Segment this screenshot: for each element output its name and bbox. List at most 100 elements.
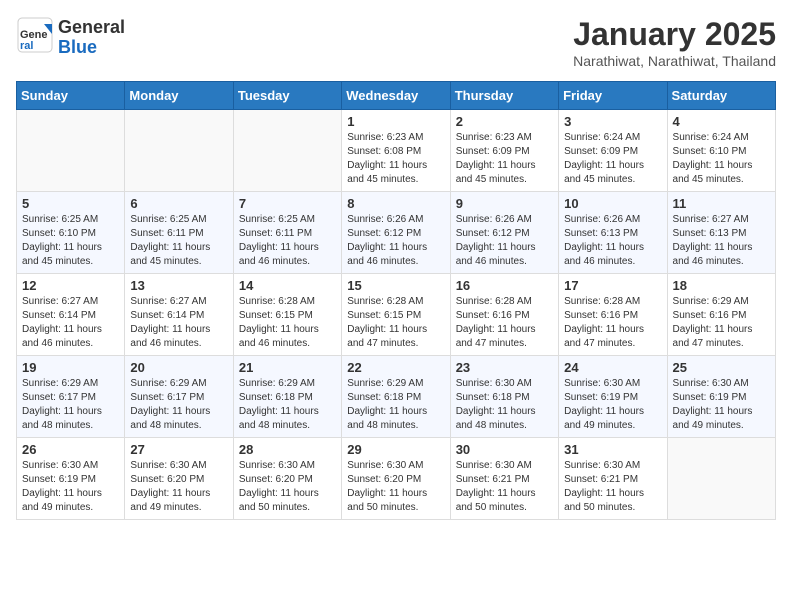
day-info: Sunrise: 6:30 AM Sunset: 6:18 PM Dayligh… <box>456 377 553 433</box>
calendar-cell: 27 Sunrise: 6:30 AM Sunset: 6:20 PM Dayli… <box>125 438 233 520</box>
day-number: 25 <box>673 360 770 375</box>
weekday-header-thursday: Thursday <box>450 82 558 110</box>
calendar-cell: 20Sunrise: 6:29 AM Sunset: 6:17 PM Dayli… <box>125 356 233 438</box>
calendar-week-row: 12 Sunrise: 6:27 AM Sunset: 6:14 PM Dayli… <box>17 274 776 356</box>
day-info: Sunrise: 6:26 AM Sunset: 6:13 PM Dayligh… <box>564 213 661 269</box>
day-number: 5 <box>22 196 119 211</box>
day-number: 10 <box>564 196 661 211</box>
day-info: Sunrise: 6:30 AM Sunset: 6:20 PM Dayligh… <box>239 459 336 515</box>
day-number: 18 <box>673 278 770 293</box>
calendar-cell: 12 Sunrise: 6:27 AM Sunset: 6:14 PM Dayli… <box>17 274 125 356</box>
day-number: 20 <box>130 360 227 375</box>
calendar-table: SundayMondayTuesdayWednesdayThursdayFrid… <box>16 81 776 520</box>
day-number: 12 <box>22 278 119 293</box>
calendar-cell: 24Sunrise: 6:30 AM Sunset: 6:19 PM Dayli… <box>559 356 667 438</box>
day-info: Sunrise: 6:30 AM Sunset: 6:20 PM Dayligh… <box>347 459 444 515</box>
weekday-header-tuesday: Tuesday <box>233 82 341 110</box>
day-info: Sunrise: 6:25 AM Sunset: 6:11 PM Dayligh… <box>130 213 227 269</box>
calendar-cell: 29Sunrise: 6:30 AM Sunset: 6:20 PM Dayli… <box>342 438 450 520</box>
day-info: Sunrise: 6:30 AM Sunset: 6:21 PM Dayligh… <box>564 459 661 515</box>
page-header: Gene ral General Blue January 2025 Narat… <box>16 16 776 69</box>
calendar-cell: 6 Sunrise: 6:25 AM Sunset: 6:11 PM Daylig… <box>125 192 233 274</box>
month-title: January 2025 <box>573 16 776 53</box>
day-info: Sunrise: 6:30 AM Sunset: 6:20 PM Dayligh… <box>130 459 227 515</box>
day-number: 9 <box>456 196 553 211</box>
calendar-cell: 2 Sunrise: 6:23 AM Sunset: 6:09 PM Daylig… <box>450 110 558 192</box>
day-info: Sunrise: 6:29 AM Sunset: 6:16 PM Dayligh… <box>673 295 770 351</box>
calendar-cell: 13 Sunrise: 6:27 AM Sunset: 6:14 PM Dayli… <box>125 274 233 356</box>
calendar-cell: 19 Sunrise: 6:29 AM Sunset: 6:17 PM Dayli… <box>17 356 125 438</box>
calendar-cell: 25 Sunrise: 6:30 AM Sunset: 6:19 PM Dayli… <box>667 356 775 438</box>
day-number: 28 <box>239 442 336 457</box>
day-info: Sunrise: 6:27 AM Sunset: 6:14 PM Dayligh… <box>22 295 119 351</box>
calendar-cell: 4 Sunrise: 6:24 AM Sunset: 6:10 PM Daylig… <box>667 110 775 192</box>
day-info: Sunrise: 6:28 AM Sunset: 6:15 PM Dayligh… <box>347 295 444 351</box>
day-info: Sunrise: 6:23 AM Sunset: 6:09 PM Dayligh… <box>456 131 553 187</box>
svg-text:ral: ral <box>20 40 33 52</box>
logo: Gene ral General Blue <box>16 16 125 59</box>
day-number: 13 <box>130 278 227 293</box>
day-number: 15 <box>347 278 444 293</box>
day-number: 14 <box>239 278 336 293</box>
day-number: 8 <box>347 196 444 211</box>
calendar-week-row: 19 Sunrise: 6:29 AM Sunset: 6:17 PM Dayli… <box>17 356 776 438</box>
weekday-header-saturday: Saturday <box>667 82 775 110</box>
day-info: Sunrise: 6:28 AM Sunset: 6:16 PM Dayligh… <box>564 295 661 351</box>
day-info: Sunrise: 6:26 AM Sunset: 6:12 PM Dayligh… <box>456 213 553 269</box>
day-number: 26 <box>22 442 119 457</box>
day-number: 17 <box>564 278 661 293</box>
calendar-cell: 18 Sunrise: 6:29 AM Sunset: 6:16 PM Dayli… <box>667 274 775 356</box>
day-info: Sunrise: 6:30 AM Sunset: 6:21 PM Dayligh… <box>456 459 553 515</box>
weekday-header-sunday: Sunday <box>17 82 125 110</box>
day-info: Sunrise: 6:30 AM Sunset: 6:19 PM Dayligh… <box>673 377 770 433</box>
calendar-cell: 21Sunrise: 6:29 AM Sunset: 6:18 PM Dayli… <box>233 356 341 438</box>
day-info: Sunrise: 6:29 AM Sunset: 6:17 PM Dayligh… <box>22 377 119 433</box>
day-info: Sunrise: 6:30 AM Sunset: 6:19 PM Dayligh… <box>22 459 119 515</box>
calendar-week-row: 26 Sunrise: 6:30 AM Sunset: 6:19 PM Dayli… <box>17 438 776 520</box>
day-number: 4 <box>673 114 770 129</box>
day-info: Sunrise: 6:24 AM Sunset: 6:10 PM Dayligh… <box>673 131 770 187</box>
calendar-cell <box>667 438 775 520</box>
day-info: Sunrise: 6:28 AM Sunset: 6:16 PM Dayligh… <box>456 295 553 351</box>
day-number: 11 <box>673 196 770 211</box>
day-info: Sunrise: 6:30 AM Sunset: 6:19 PM Dayligh… <box>564 377 661 433</box>
day-info: Sunrise: 6:27 AM Sunset: 6:14 PM Dayligh… <box>130 295 227 351</box>
day-info: Sunrise: 6:26 AM Sunset: 6:12 PM Dayligh… <box>347 213 444 269</box>
calendar-cell: 14Sunrise: 6:28 AM Sunset: 6:15 PM Dayli… <box>233 274 341 356</box>
day-number: 30 <box>456 442 553 457</box>
calendar-cell <box>233 110 341 192</box>
calendar-cell: 10 Sunrise: 6:26 AM Sunset: 6:13 PM Dayli… <box>559 192 667 274</box>
calendar-cell: 31Sunrise: 6:30 AM Sunset: 6:21 PM Dayli… <box>559 438 667 520</box>
day-info: Sunrise: 6:29 AM Sunset: 6:18 PM Dayligh… <box>347 377 444 433</box>
day-number: 16 <box>456 278 553 293</box>
calendar-cell: 30 Sunrise: 6:30 AM Sunset: 6:21 PM Dayli… <box>450 438 558 520</box>
calendar-cell: 11 Sunrise: 6:27 AM Sunset: 6:13 PM Dayli… <box>667 192 775 274</box>
calendar-cell: 17 Sunrise: 6:28 AM Sunset: 6:16 PM Dayli… <box>559 274 667 356</box>
day-number: 1 <box>347 114 444 129</box>
calendar-cell: 1 Sunrise: 6:23 AM Sunset: 6:08 PM Daylig… <box>342 110 450 192</box>
logo-icon: Gene ral <box>16 16 54 54</box>
calendar-cell <box>125 110 233 192</box>
day-info: Sunrise: 6:24 AM Sunset: 6:09 PM Dayligh… <box>564 131 661 187</box>
calendar-cell: 22Sunrise: 6:29 AM Sunset: 6:18 PM Dayli… <box>342 356 450 438</box>
day-number: 19 <box>22 360 119 375</box>
day-info: Sunrise: 6:29 AM Sunset: 6:18 PM Dayligh… <box>239 377 336 433</box>
calendar-cell <box>17 110 125 192</box>
day-info: Sunrise: 6:25 AM Sunset: 6:10 PM Dayligh… <box>22 213 119 269</box>
day-number: 2 <box>456 114 553 129</box>
weekday-header-monday: Monday <box>125 82 233 110</box>
weekday-header-friday: Friday <box>559 82 667 110</box>
weekday-header-wednesday: Wednesday <box>342 82 450 110</box>
calendar-cell: 5 Sunrise: 6:25 AM Sunset: 6:10 PM Daylig… <box>17 192 125 274</box>
calendar-cell: 7Sunrise: 6:25 AM Sunset: 6:11 PM Daylig… <box>233 192 341 274</box>
calendar-cell: 23Sunrise: 6:30 AM Sunset: 6:18 PM Dayli… <box>450 356 558 438</box>
day-number: 27 <box>130 442 227 457</box>
day-number: 6 <box>130 196 227 211</box>
day-info: Sunrise: 6:27 AM Sunset: 6:13 PM Dayligh… <box>673 213 770 269</box>
day-info: Sunrise: 6:25 AM Sunset: 6:11 PM Dayligh… <box>239 213 336 269</box>
calendar-cell: 3Sunrise: 6:24 AM Sunset: 6:09 PM Daylig… <box>559 110 667 192</box>
calendar-week-row: 1 Sunrise: 6:23 AM Sunset: 6:08 PM Daylig… <box>17 110 776 192</box>
logo-text: General Blue <box>58 18 125 58</box>
day-info: Sunrise: 6:23 AM Sunset: 6:08 PM Dayligh… <box>347 131 444 187</box>
calendar-cell: 28 Sunrise: 6:30 AM Sunset: 6:20 PM Dayli… <box>233 438 341 520</box>
